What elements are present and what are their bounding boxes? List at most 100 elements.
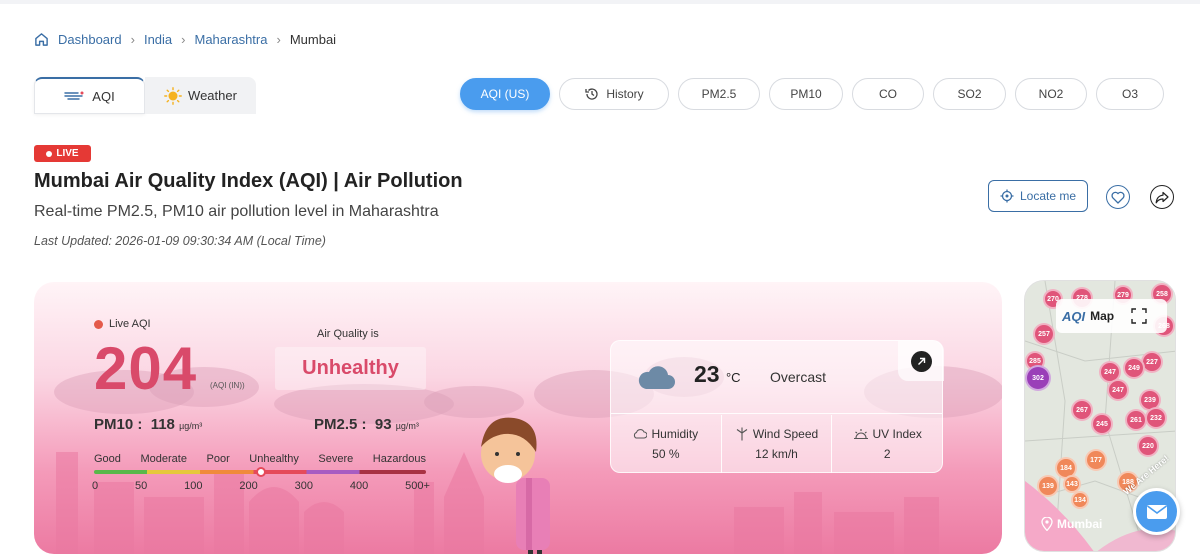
chat-button[interactable]	[1133, 488, 1180, 535]
location-pin-icon	[1041, 517, 1053, 531]
map-label: Map	[1090, 309, 1115, 323]
chevron-right-icon: ›	[130, 32, 135, 47]
aqi-unit: (AQI (IN))	[210, 381, 245, 390]
map-aqi-marker[interactable]: 261	[1125, 409, 1147, 431]
breadcrumb-india[interactable]: India	[144, 32, 172, 47]
pill-history-label: History	[606, 87, 644, 101]
pm25-reading: PM2.5 : 93 µg/m³	[314, 416, 419, 433]
top-divider	[0, 0, 1200, 4]
temperature-value: 23	[694, 361, 720, 387]
history-icon	[585, 88, 598, 100]
pill-no2[interactable]: NO2	[1015, 78, 1087, 110]
weather-expand-button[interactable]	[898, 341, 944, 381]
aqi-scale-labels: Good Moderate Poor Unhealthy Severe Haza…	[94, 453, 426, 465]
aqi-card: Live AQI 204 (AQI (IN)) Air Quality is U…	[34, 282, 1002, 554]
humidity-label-text: Humidity	[651, 427, 699, 441]
pm10-unit: µg/m³	[179, 421, 203, 431]
breadcrumb-maharashtra[interactable]: Maharashtra	[195, 32, 268, 47]
live-badge: LIVE	[34, 145, 91, 162]
page-title: Mumbai Air Quality Index (AQI) | Air Pol…	[34, 170, 463, 192]
last-updated: Last Updated: 2026-01-09 09:30:34 AM (Lo…	[34, 234, 326, 248]
arrow-up-right-icon	[910, 350, 932, 372]
weather-summary: 23 °C Overcast	[611, 341, 944, 414]
air-quality-status: Unhealthy	[275, 347, 426, 390]
mail-icon	[1146, 504, 1167, 519]
scale-tick: 50	[135, 480, 148, 492]
pill-aqi-us[interactable]: AQI (US)	[460, 78, 550, 110]
aqi-logo: AQI	[1062, 308, 1086, 324]
pill-so2[interactable]: SO2	[933, 78, 1006, 110]
breadcrumb-mumbai: Mumbai	[289, 32, 337, 47]
tab-weather[interactable]: Weather	[145, 77, 256, 114]
humidity-stat: Humidity 50 %	[611, 415, 722, 473]
aqi-value: 204	[94, 335, 198, 402]
scale-tick: 100	[184, 480, 203, 492]
humidity-value: 50 %	[652, 447, 680, 461]
aqi-scale-ticks: 0 50 100 200 300 400 500+	[92, 480, 430, 492]
pollutant-pills: AQI (US) History PM2.5 PM10 CO SO2 NO2 O…	[460, 78, 1164, 110]
pill-co[interactable]: CO	[852, 78, 924, 110]
wind-value: 12 km/h	[755, 447, 798, 461]
scale-tick: 400	[349, 480, 369, 492]
map-location-label: Mumbai	[1057, 517, 1103, 531]
map-aqi-marker[interactable]: 220	[1137, 435, 1159, 457]
tab-aqi-label: AQI	[92, 88, 115, 104]
weather-condition: Overcast	[770, 369, 827, 385]
map-location: Mumbai	[1041, 517, 1102, 531]
pill-pm25[interactable]: PM2.5	[678, 78, 760, 110]
scale-label-good: Good	[94, 453, 121, 465]
pm25-label: PM2.5 :	[314, 416, 367, 433]
scale-label-moderate: Moderate	[140, 453, 187, 465]
tab-weather-label: Weather	[188, 88, 237, 103]
map-aqi-marker[interactable]: 232	[1145, 407, 1167, 429]
tab-aqi[interactable]: AQI	[34, 77, 145, 114]
share-arrow-icon	[1155, 191, 1169, 203]
pm25-unit: µg/m³	[395, 421, 419, 431]
map-header: AQI Map	[1056, 299, 1167, 333]
scale-tick: 300	[294, 480, 314, 492]
map-aqi-marker[interactable]: 134	[1071, 491, 1089, 509]
chevron-right-icon: ›	[276, 32, 281, 47]
scale-tick: 200	[239, 480, 258, 492]
map-aqi-marker[interactable]: 249	[1123, 357, 1145, 379]
sun-icon	[164, 86, 182, 105]
uv-value: 2	[883, 447, 891, 461]
mode-tabs: AQI Weather	[34, 77, 256, 114]
pill-o3[interactable]: O3	[1096, 78, 1164, 110]
favorite-button[interactable]	[1106, 185, 1130, 209]
map-aqi-marker[interactable]: 302	[1025, 365, 1051, 391]
wind-turbine-icon	[736, 427, 748, 441]
share-button[interactable]	[1150, 185, 1174, 209]
pill-history[interactable]: History	[559, 78, 669, 110]
weather-card: 23 °C Overcast Humidity 50 % Wind Speed …	[610, 340, 944, 473]
wind-lines-icon	[64, 91, 84, 100]
air-quality-caption: Air Quality is	[317, 328, 379, 340]
map-aqi-marker[interactable]: 267	[1071, 399, 1093, 421]
map-aqi-marker[interactable]: 247	[1107, 379, 1129, 401]
scale-label-poor: Poor	[206, 453, 230, 465]
temperature-unit: °C	[725, 370, 741, 385]
map-aqi-marker[interactable]: 139	[1037, 475, 1059, 497]
uv-sun-icon	[853, 429, 868, 440]
live-badge-label: LIVE	[56, 148, 79, 159]
locate-me-button[interactable]: Locate me	[988, 180, 1088, 212]
map-aqi-marker[interactable]: 177	[1085, 449, 1107, 471]
wind-label-text: Wind Speed	[752, 427, 819, 441]
pm10-value: 118	[150, 416, 175, 433]
wind-label: Wind Speed	[735, 427, 818, 441]
pill-pm10[interactable]: PM10	[769, 78, 843, 110]
crosshair-icon	[1000, 189, 1014, 203]
pm10-reading: PM10 : 118 µg/m³	[94, 416, 202, 433]
temperature: 23 °C	[694, 361, 741, 388]
map-aqi-marker[interactable]: 245	[1091, 413, 1113, 435]
aqi-scale-marker	[256, 467, 266, 477]
pm10-label: PM10 :	[94, 416, 143, 433]
fullscreen-icon[interactable]	[1131, 308, 1147, 324]
map-aqi-marker[interactable]: 257	[1033, 323, 1055, 345]
uv-label: UV Index	[853, 427, 922, 441]
breadcrumb-dashboard[interactable]: Dashboard	[58, 32, 122, 47]
scale-label-severe: Severe	[318, 453, 354, 465]
uv-label-text: UV Index	[872, 427, 922, 441]
locate-me-label: Locate me	[1019, 189, 1077, 203]
home-icon[interactable]	[34, 32, 49, 47]
